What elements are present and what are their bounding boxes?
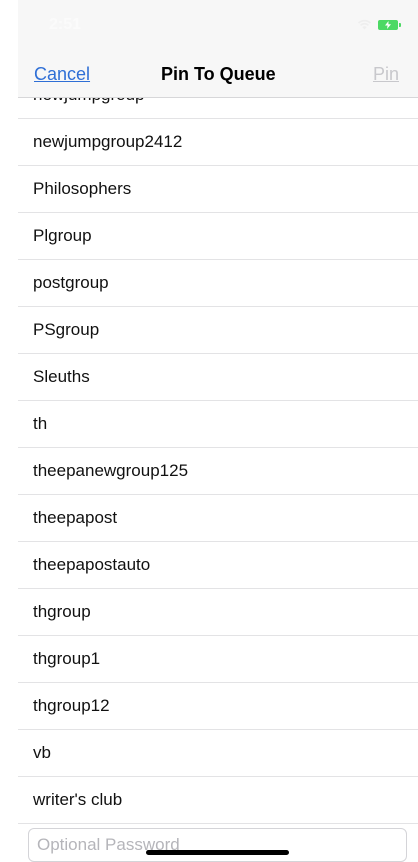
password-field[interactable] bbox=[28, 828, 407, 862]
group-item[interactable]: Sleuths bbox=[18, 354, 418, 401]
group-item[interactable]: theepanewgroup125 bbox=[18, 448, 418, 495]
group-item[interactable]: th bbox=[18, 401, 418, 448]
status-bar: 2:51 bbox=[18, 0, 418, 48]
wifi-icon bbox=[357, 19, 372, 30]
header: 2:51 Cancel Pin To Queue Pin bbox=[18, 0, 418, 98]
group-item[interactable]: thgroup bbox=[18, 589, 418, 636]
group-item[interactable]: postgroup bbox=[18, 260, 418, 307]
group-item[interactable]: writer's club bbox=[18, 777, 418, 824]
status-time: 2:51 bbox=[49, 16, 82, 33]
cancel-button[interactable]: Cancel bbox=[34, 64, 90, 85]
navigation-bar: Cancel Pin To Queue Pin bbox=[18, 48, 418, 97]
home-indicator bbox=[146, 850, 289, 855]
status-icons bbox=[357, 19, 401, 30]
battery-charging-icon bbox=[378, 19, 401, 30]
group-item[interactable]: thgroup1 bbox=[18, 636, 418, 683]
group-item[interactable]: vb bbox=[18, 730, 418, 777]
page-title: Pin To Queue bbox=[161, 64, 276, 84]
group-item[interactable]: theepapostauto bbox=[18, 542, 418, 589]
group-item[interactable]: newjumpgroup2412 bbox=[18, 119, 418, 166]
group-item[interactable]: PSgroup bbox=[18, 307, 418, 354]
group-item[interactable]: Plgroup bbox=[18, 213, 418, 260]
group-list: newjumpgroup newjumpgroup2412 Philosophe… bbox=[18, 72, 418, 824]
group-item[interactable]: thgroup12 bbox=[18, 683, 418, 730]
pin-button[interactable]: Pin bbox=[373, 64, 399, 85]
group-item[interactable]: theepapost bbox=[18, 495, 418, 542]
group-item[interactable]: Philosophers bbox=[18, 166, 418, 213]
